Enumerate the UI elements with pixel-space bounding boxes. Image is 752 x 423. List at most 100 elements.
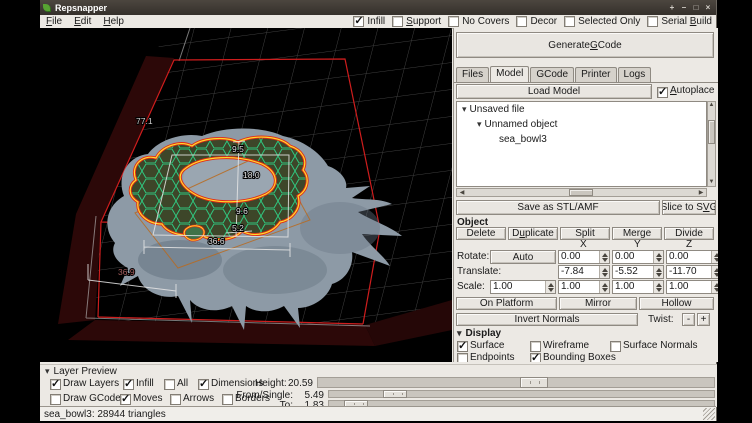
minimize-button[interactable]: – [679,3,689,13]
spinner-arrows-icon[interactable] [599,281,609,293]
duplicate-button[interactable]: Duplicate [508,227,558,240]
scroll-right-icon[interactable]: ▶ [697,189,705,197]
autoplace-checkbox[interactable] [657,87,668,98]
layer-preview-expander[interactable]: Layer Preview [45,366,117,377]
menu-file[interactable]: File [40,16,68,27]
layer-preview-panel: Layer Preview Draw Layers Infill All Dim… [40,364,717,407]
close-button[interactable]: × [703,3,713,13]
infill-checkbox[interactable] [353,16,364,27]
rotate-z-spinner[interactable]: 0.00 [666,250,718,264]
delete-button[interactable]: Delete [456,227,506,240]
arrows-label: Arrows [183,393,214,404]
tab-logs[interactable]: Logs [618,67,652,82]
menu-edit[interactable]: Edit [68,16,97,27]
generate-gcode-button[interactable]: Generate GCode [456,32,714,58]
draw-gcode-checkbox[interactable] [50,394,61,405]
spinner-arrows-icon[interactable] [599,266,609,278]
scale-z-spinner[interactable]: 1.00 [666,280,718,294]
save-stl-button[interactable]: Save as STL/AMF [456,200,660,215]
twist-plus-button[interactable]: + [697,313,710,326]
translate-z-spinner[interactable]: -11.70 [666,265,718,279]
notebook-tabs: Files Model GCode Printer Logs [456,66,652,82]
translate-y-spinner[interactable]: -5.52 [612,265,664,279]
scrollbar-thumb[interactable] [708,120,715,144]
expander-icon[interactable] [477,119,485,130]
dim-mid-label: 18.0 [243,170,260,180]
from-single-slider[interactable] [328,390,715,398]
title-bar[interactable]: Repsnapper + – □ × [40,0,716,15]
surface-normals-checkbox[interactable] [610,341,621,352]
spinner-arrows-icon[interactable] [711,251,718,263]
scroll-up-icon[interactable]: ▲ [708,102,715,109]
scale-y-spinner[interactable]: 1.00 [612,280,664,294]
check-no-covers[interactable]: No Covers [448,16,509,27]
spinner-arrows-icon[interactable] [653,251,663,263]
spinner-arrows-icon[interactable] [599,251,609,263]
bounding-boxes-checkbox[interactable] [530,353,541,362]
mirror-button[interactable]: Mirror [559,297,637,310]
model-tree: Unsaved file Unnamed object sea_bowl3 [456,101,707,187]
wireframe-label: Wireframe [543,340,589,351]
infill-preview-checkbox[interactable] [123,379,134,390]
height-slider-handle[interactable] [520,377,548,388]
on-platform-button[interactable]: On Platform [456,297,557,310]
arrows-checkbox[interactable] [170,394,181,405]
twist-minus-button[interactable]: - [682,313,695,326]
scale-uniform-spinner[interactable]: 1.00 [490,280,556,294]
spinner-arrows-icon[interactable] [711,266,718,278]
moves-checkbox[interactable] [120,394,131,405]
tree-item-unnamed-object[interactable]: Unnamed object [457,117,706,132]
selected-only-checkbox[interactable] [564,16,575,27]
tree-item-sea-bowl3[interactable]: sea_bowl3 [457,132,706,147]
3d-scene: 77.1 9.5 18.0 9.6 5.2 36.6 36.9 [40,28,452,362]
dimensions-checkbox[interactable] [198,379,209,390]
from-slider-handle[interactable] [383,390,407,398]
tab-files[interactable]: Files [456,67,489,82]
no-covers-checkbox[interactable] [448,16,459,27]
invert-normals-button[interactable]: Invert Normals [456,313,638,326]
support-checkbox[interactable] [392,16,403,27]
serial-build-checkbox[interactable] [647,16,658,27]
spinner-arrows-icon[interactable] [653,266,663,278]
check-selected-only[interactable]: Selected Only [564,16,640,27]
status-text: sea_bowl3: 28944 triangles [44,409,166,420]
scroll-left-icon[interactable]: ◀ [458,189,466,197]
menu-help[interactable]: Help [97,16,130,27]
tab-model[interactable]: Model [490,66,529,82]
slice-to-svg-button[interactable]: Slice to SVG [662,200,716,215]
shade-button[interactable]: + [667,3,677,13]
spinner-arrows-icon[interactable] [653,281,663,293]
check-infill[interactable]: Infill [353,16,385,27]
axis-x-header: X [580,239,587,250]
tab-printer[interactable]: Printer [575,67,616,82]
display-expander[interactable]: Display [457,328,501,339]
draw-layers-checkbox[interactable] [50,379,61,390]
rotate-auto-button[interactable]: Auto [490,250,556,264]
tree-item-unsaved-file[interactable]: Unsaved file [457,102,706,117]
check-support[interactable]: Support [392,16,441,27]
height-slider[interactable] [317,377,715,388]
check-serial-build[interactable]: Serial Build [647,16,712,27]
surface-checkbox[interactable] [457,341,468,352]
scrollbar-thumb[interactable] [569,189,593,196]
translate-x-spinner[interactable]: -7.84 [558,265,610,279]
load-model-button[interactable]: Load Model [456,84,652,99]
tab-gcode[interactable]: GCode [530,67,574,82]
rotate-x-spinner[interactable]: 0.00 [558,250,610,264]
maximize-button[interactable]: □ [691,3,701,13]
hollow-button[interactable]: Hollow [639,297,714,310]
expander-icon[interactable] [462,104,470,115]
scroll-down-icon[interactable]: ▼ [708,179,715,186]
spinner-arrows-icon[interactable] [545,281,555,293]
rotate-y-spinner[interactable]: 0.00 [612,250,664,264]
spinner-arrows-icon[interactable] [711,281,718,293]
check-decor[interactable]: Decor [516,16,557,27]
3d-viewport[interactable]: 77.1 9.5 18.0 9.6 5.2 36.6 36.9 [40,28,452,362]
tree-horizontal-scrollbar[interactable]: ◀ ▶ [456,188,707,197]
resize-grip[interactable] [703,408,715,420]
all-checkbox[interactable] [164,379,175,390]
endpoints-checkbox[interactable] [457,353,468,362]
scale-x-spinner[interactable]: 1.00 [558,280,610,294]
decor-checkbox[interactable] [516,16,527,27]
tree-vertical-scrollbar[interactable]: ▲ ▼ [707,101,716,187]
